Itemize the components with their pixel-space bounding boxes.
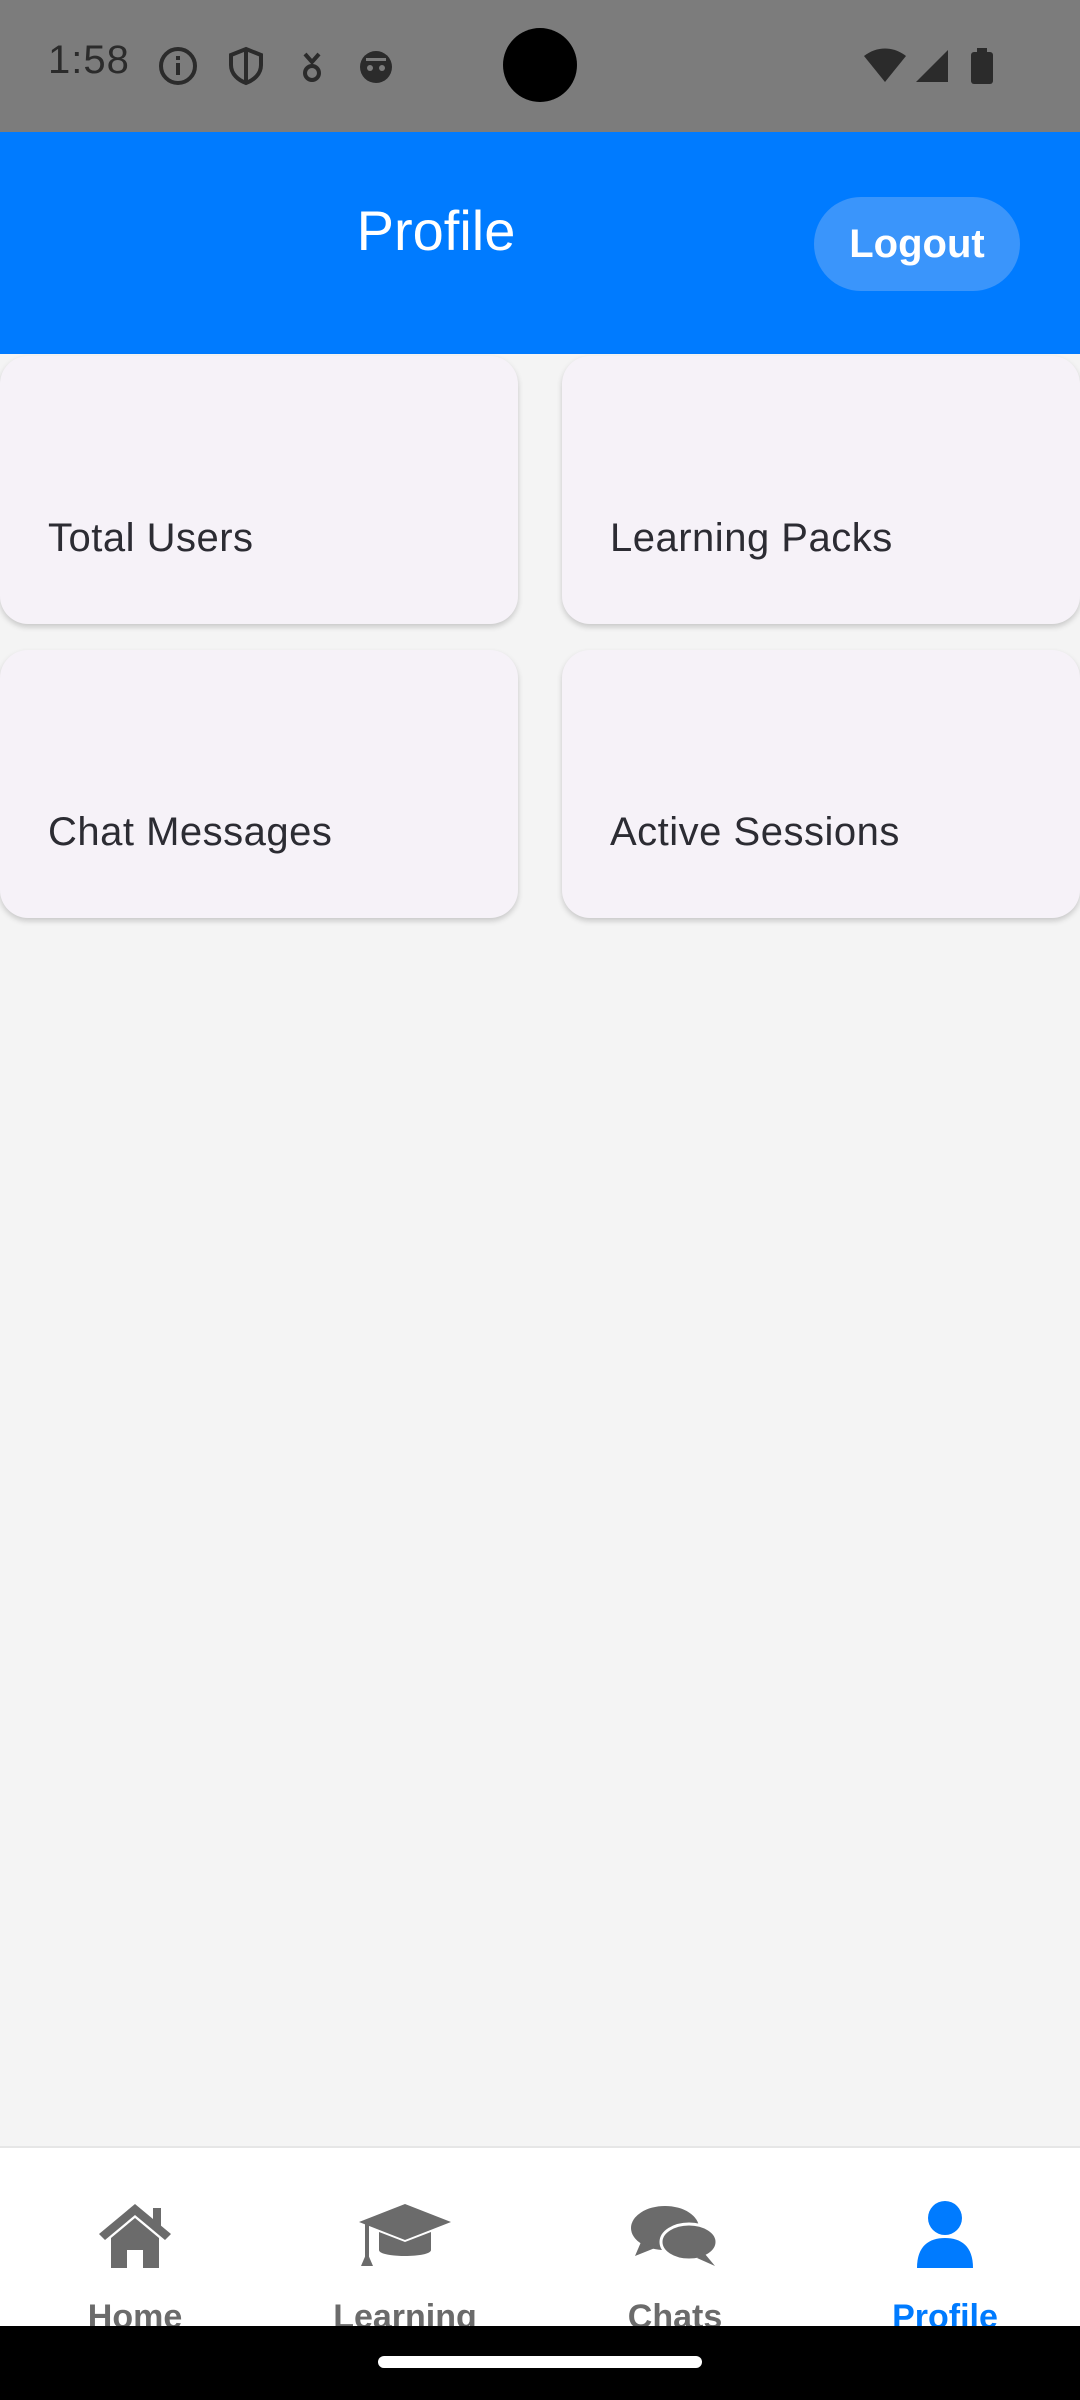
chat-bubbles-icon xyxy=(631,2206,719,2266)
nav-item-chats[interactable]: Chats xyxy=(540,2148,810,2336)
bottom-navigation: Home Learning Chats Profile xyxy=(0,2146,1080,2336)
signal-icon xyxy=(916,50,948,82)
status-bar: 1:58 xyxy=(0,0,1080,132)
stat-card-label: Learning Packs xyxy=(610,516,893,560)
wifi-icon xyxy=(864,48,906,82)
download-icon xyxy=(303,52,321,82)
nav-item-profile[interactable]: Profile xyxy=(810,2148,1080,2336)
graduation-cap-icon xyxy=(359,2204,451,2266)
cat-icon xyxy=(360,51,392,83)
home-icon xyxy=(99,2204,171,2268)
nav-item-home[interactable]: Home xyxy=(0,2148,270,2336)
system-navigation-bar xyxy=(0,2326,1080,2400)
nav-item-learning[interactable]: Learning xyxy=(270,2148,540,2336)
user-icon xyxy=(917,2201,973,2268)
stat-card-learning-packs[interactable]: Learning Packs xyxy=(562,356,1080,624)
stat-card-label: Chat Messages xyxy=(48,810,333,854)
status-time: 1:58 xyxy=(48,38,130,82)
stat-card-label: Active Sessions xyxy=(610,810,900,854)
stat-card-chat-messages[interactable]: Chat Messages xyxy=(0,650,518,918)
app-header: Profile Logout xyxy=(0,132,1080,354)
home-gesture-handle[interactable] xyxy=(378,2356,702,2368)
logout-button[interactable]: Logout xyxy=(814,197,1020,291)
info-icon xyxy=(159,47,197,85)
camera-cutout xyxy=(503,28,577,102)
page-title: Profile xyxy=(356,199,516,262)
profile-screen: 1:58 Profile Logout Total Users Learning… xyxy=(0,0,1080,2400)
shield-icon xyxy=(229,46,263,86)
battery-icon xyxy=(971,48,993,84)
stat-card-active-sessions[interactable]: Active Sessions xyxy=(562,650,1080,918)
stat-card-total-users[interactable]: Total Users xyxy=(0,356,518,624)
stat-card-label: Total Users xyxy=(48,516,254,560)
